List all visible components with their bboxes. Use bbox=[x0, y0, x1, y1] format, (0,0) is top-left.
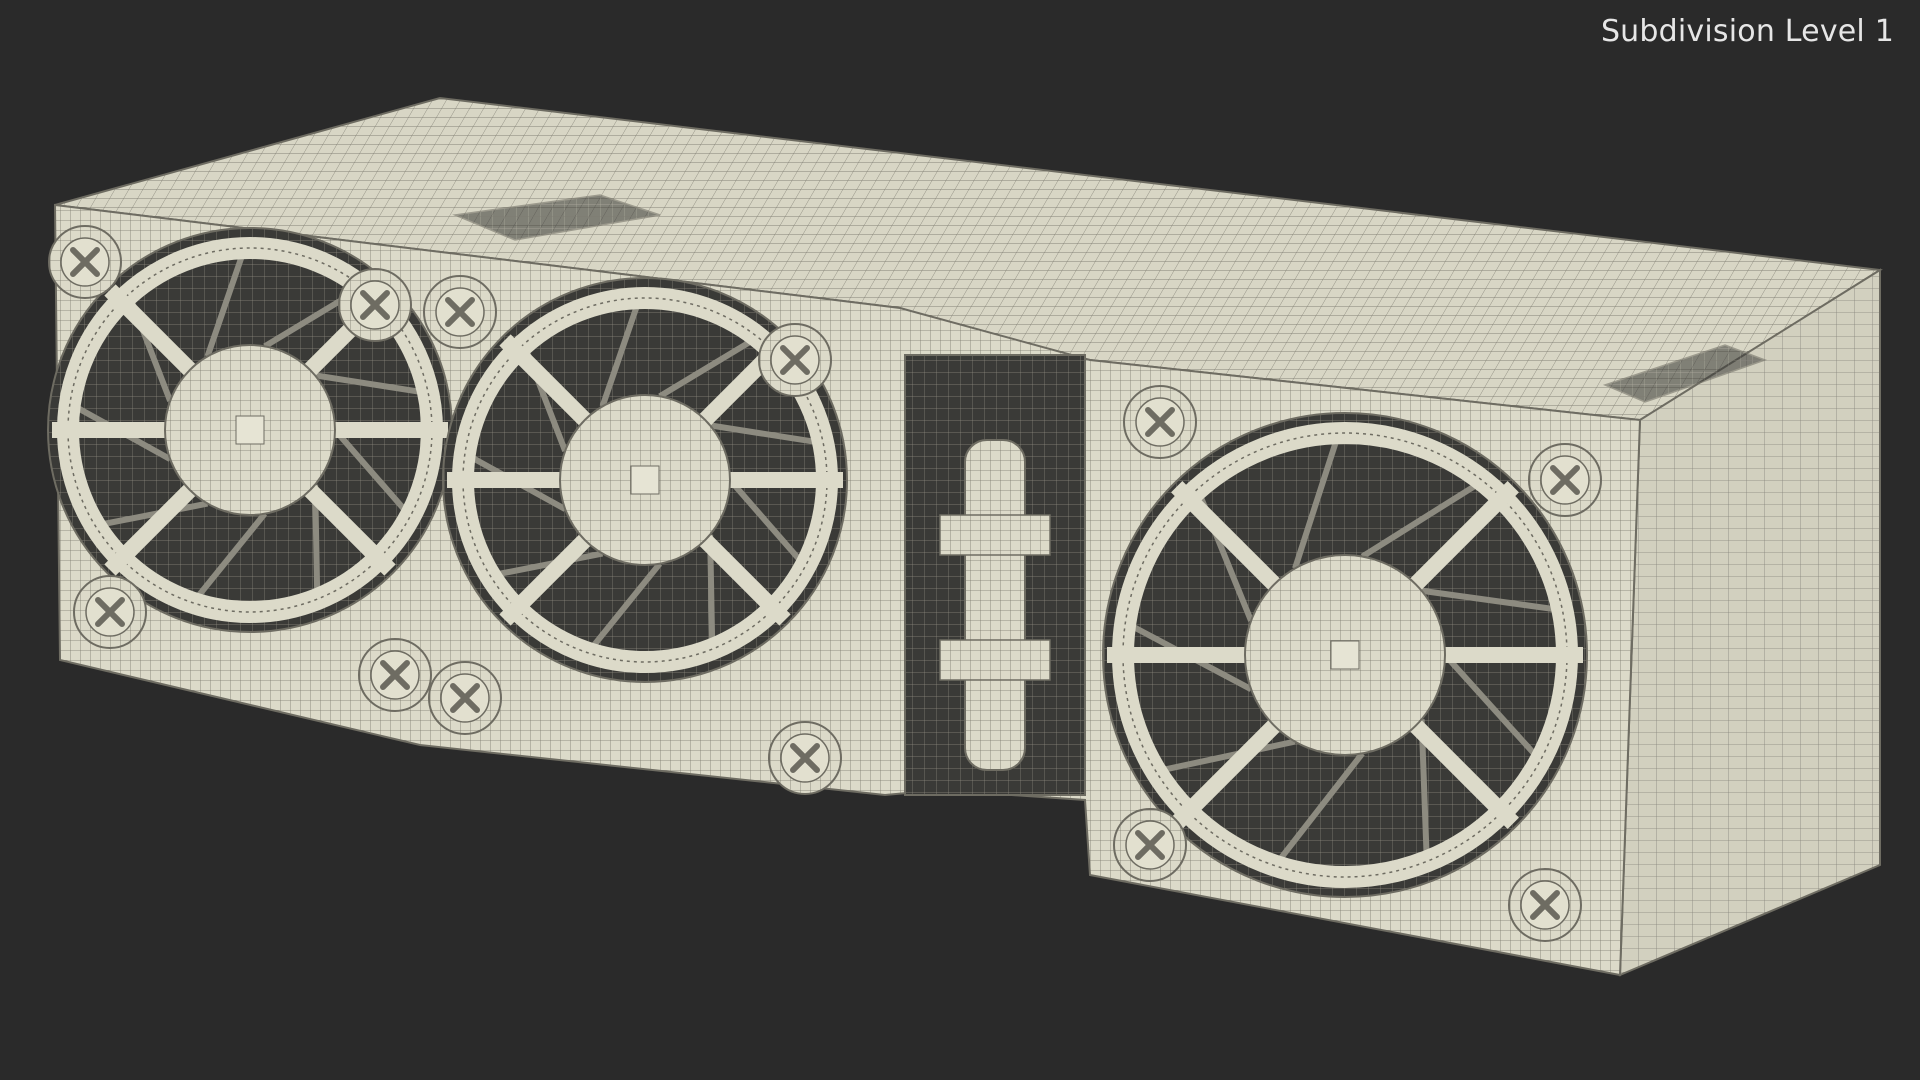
screw-icon bbox=[768, 721, 842, 795]
screw-icon bbox=[428, 661, 502, 735]
fan-hub-center bbox=[1330, 640, 1360, 670]
screw-icon bbox=[1113, 808, 1187, 882]
fan-hub-center bbox=[630, 465, 660, 495]
center-latch bbox=[904, 354, 1086, 796]
screw-icon bbox=[1528, 443, 1602, 517]
viewport-render bbox=[47, 96, 1883, 977]
screw-icon bbox=[48, 225, 122, 299]
screw-icon bbox=[1123, 385, 1197, 459]
screw-icon bbox=[423, 275, 497, 349]
fan-hub-center bbox=[235, 415, 265, 445]
screw-icon bbox=[358, 638, 432, 712]
screw-icon bbox=[73, 575, 147, 649]
screw-icon bbox=[758, 323, 832, 397]
screw-icon bbox=[1508, 868, 1582, 942]
screw-icon bbox=[338, 268, 412, 342]
